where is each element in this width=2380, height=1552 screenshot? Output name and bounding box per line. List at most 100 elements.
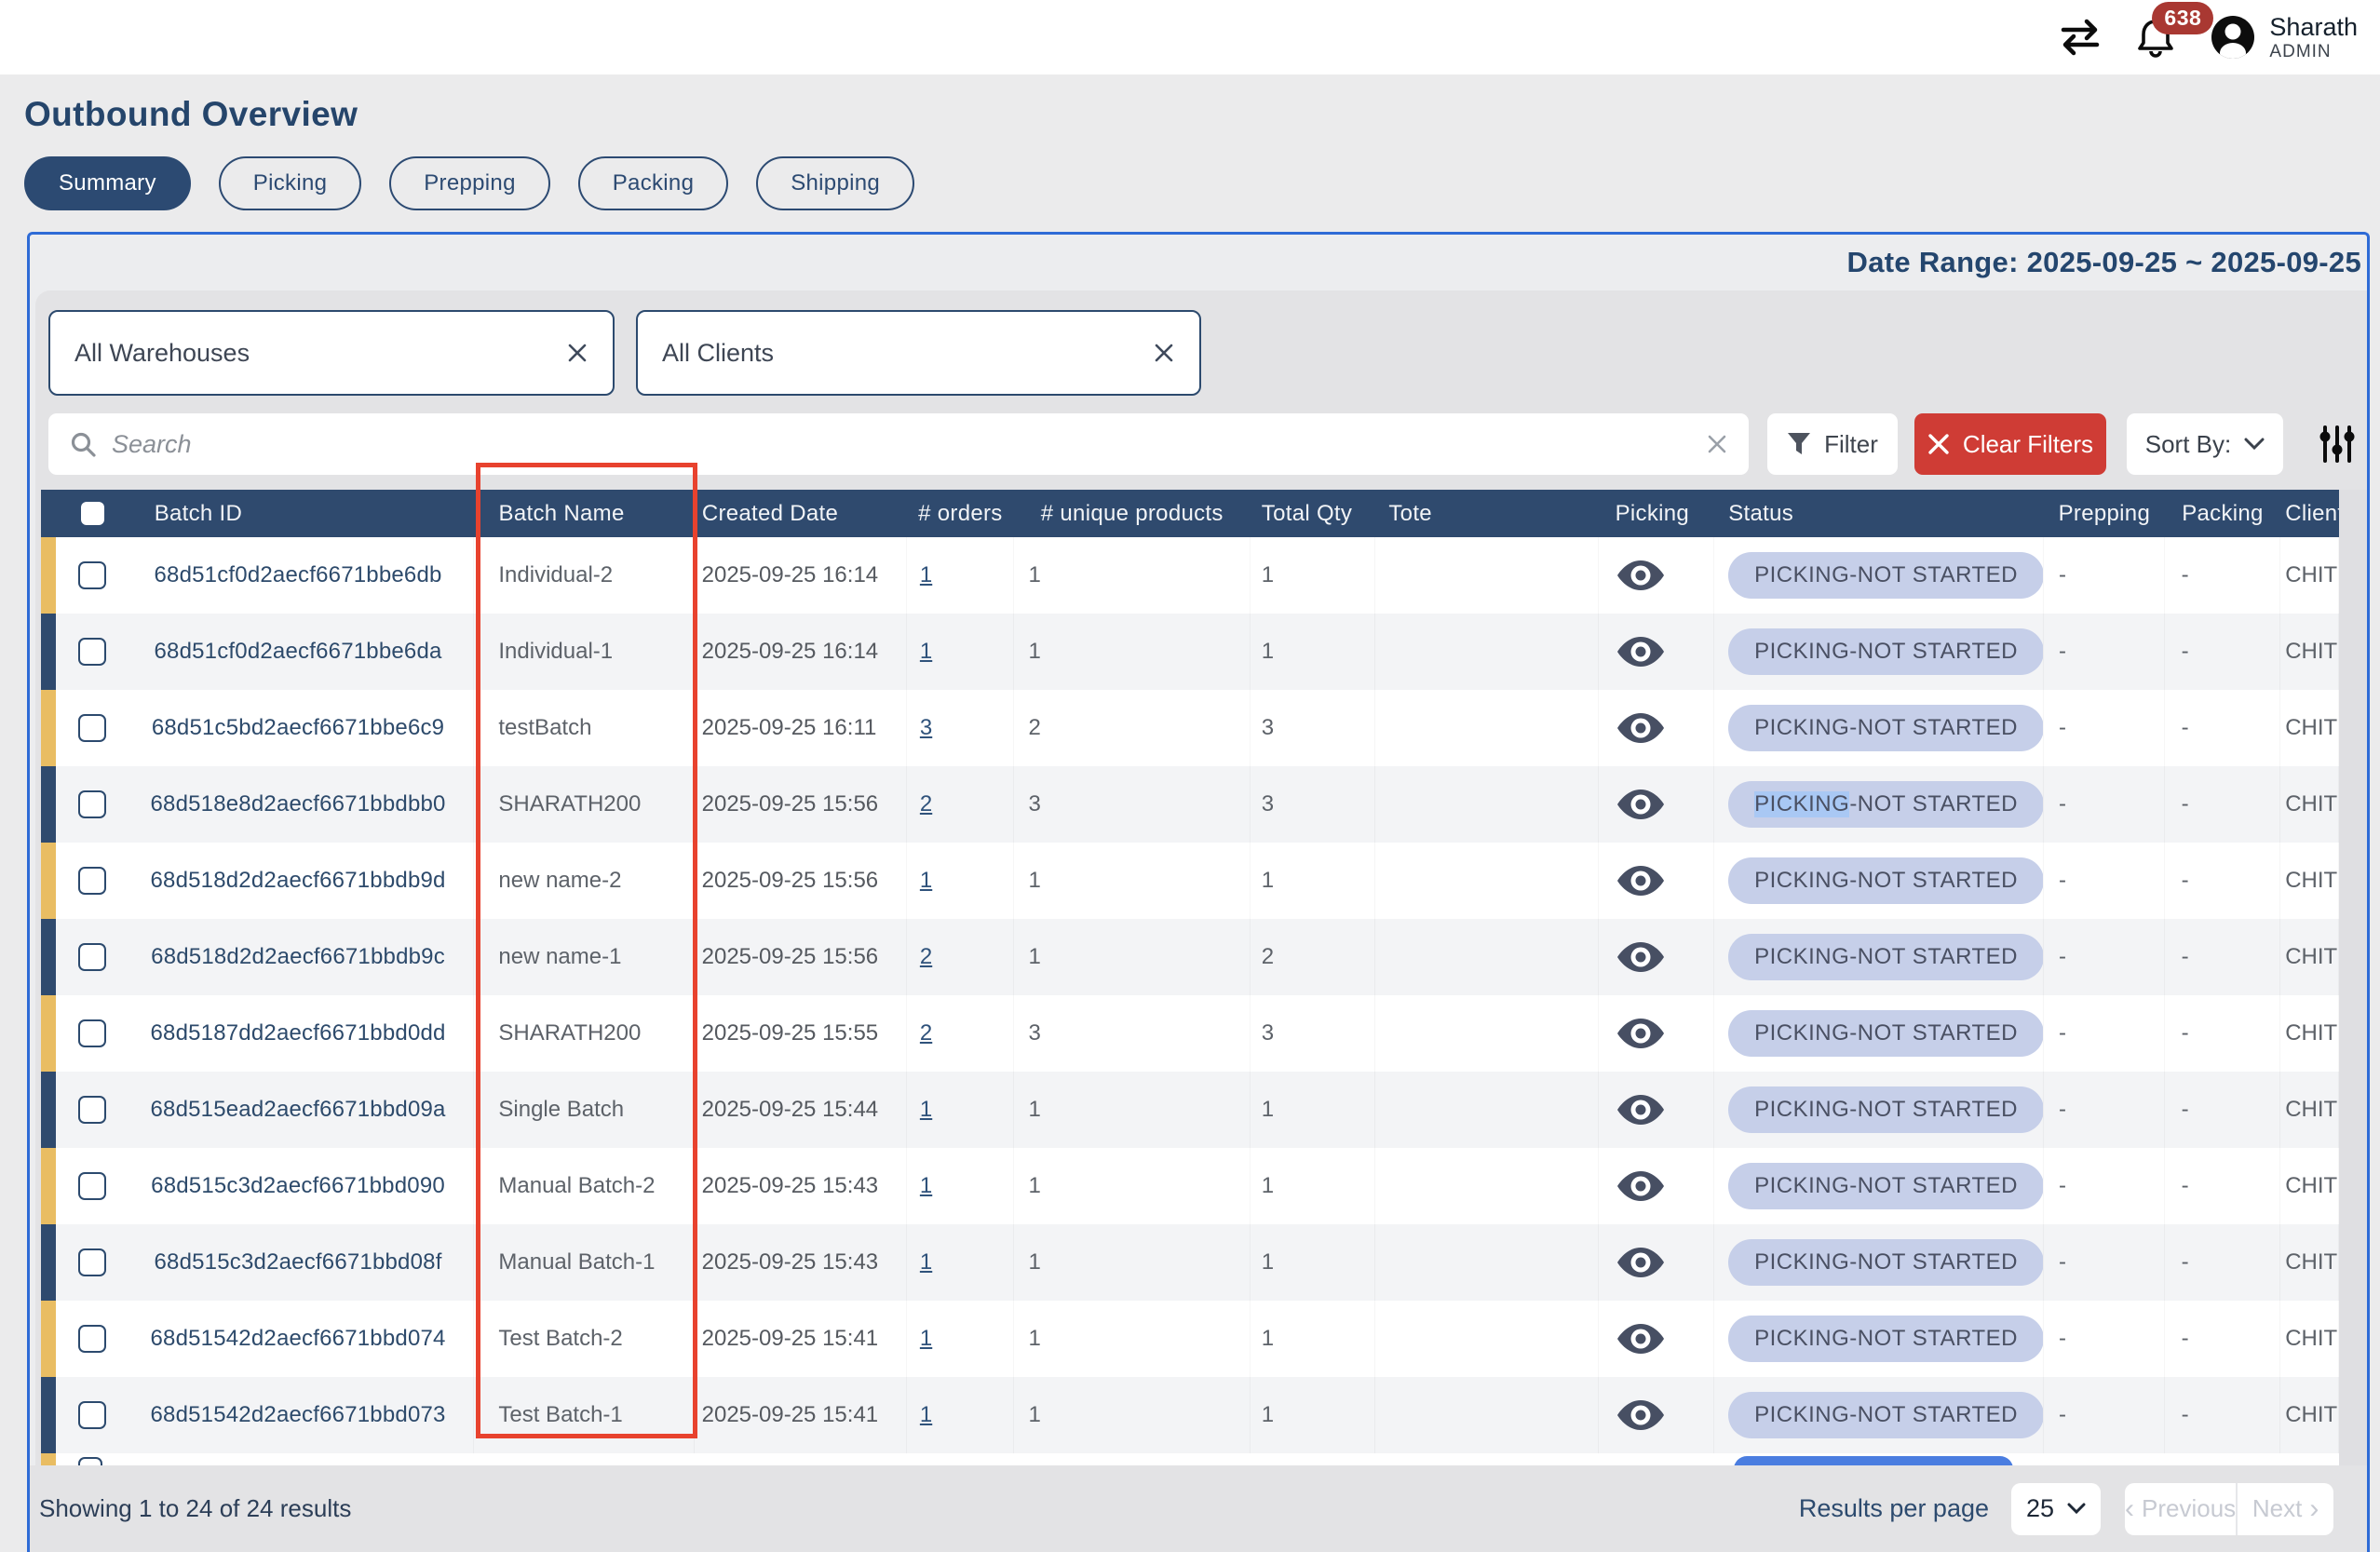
- orders-count-link[interactable]: 1: [920, 868, 932, 894]
- batch-id-value: 68d518d2d2aecf6671bbdb9d: [150, 868, 445, 894]
- table-header-row: Batch ID Batch Name Created Date # order…: [41, 490, 2339, 537]
- unique-products-value: 1: [1014, 1072, 1251, 1148]
- next-page-button[interactable]: Next ›: [2238, 1483, 2333, 1535]
- client-value: CHIT: [2280, 537, 2339, 614]
- warehouse-select[interactable]: All Warehouses: [48, 310, 615, 396]
- filter-button[interactable]: Filter: [1767, 413, 1898, 475]
- row-checkbox[interactable]: [78, 867, 106, 895]
- col-header-created-date[interactable]: Created Date: [695, 490, 907, 537]
- row-checkbox[interactable]: [78, 1096, 106, 1124]
- row-checkbox[interactable]: [78, 714, 106, 742]
- batch-name-value: Test Batch-1: [474, 1377, 694, 1453]
- view-picking-eye-icon[interactable]: [1616, 1093, 1666, 1127]
- funnel-icon: [1787, 432, 1811, 456]
- prepping-value: -: [2044, 843, 2165, 919]
- view-picking-eye-icon[interactable]: [1616, 559, 1666, 592]
- orders-count-link[interactable]: 1: [920, 562, 932, 588]
- clear-search-icon[interactable]: [1706, 433, 1728, 455]
- view-picking-eye-icon[interactable]: [1616, 1246, 1666, 1279]
- select-all-checkbox[interactable]: [81, 502, 104, 525]
- transfer-arrows-icon[interactable]: [2059, 19, 2102, 56]
- view-picking-eye-icon[interactable]: [1616, 940, 1666, 974]
- orders-count-link[interactable]: 2: [920, 1020, 932, 1046]
- table-row[interactable]: 68d515ead2aecf6671bbd09a Single Batch 20…: [41, 1072, 2339, 1148]
- table-row[interactable]: 68d515c3d2aecf6671bbd090 Manual Batch-2 …: [41, 1148, 2339, 1224]
- orders-count-link[interactable]: 3: [920, 715, 932, 741]
- orders-count-link[interactable]: 1: [920, 1173, 932, 1199]
- view-picking-eye-icon[interactable]: [1616, 1322, 1666, 1356]
- orders-count-link[interactable]: 1: [920, 1249, 932, 1275]
- col-header-picking[interactable]: Picking: [1599, 490, 1715, 537]
- orders-count-link[interactable]: 2: [920, 791, 932, 817]
- col-header-client[interactable]: Client: [2280, 490, 2339, 537]
- packing-value: -: [2165, 919, 2281, 995]
- table-row[interactable]: 68d515c3d2aecf6671bbd08f Manual Batch-1 …: [41, 1224, 2339, 1301]
- orders-count-link[interactable]: 1: [920, 1097, 932, 1123]
- row-checkbox[interactable]: [78, 1019, 106, 1047]
- col-header-unique-products[interactable]: # unique products: [1014, 490, 1251, 537]
- col-header-tote[interactable]: Tote: [1375, 490, 1598, 537]
- view-picking-eye-icon[interactable]: [1616, 1169, 1666, 1203]
- col-header-batch-id[interactable]: Batch ID: [123, 490, 475, 537]
- col-header-orders[interactable]: # orders: [907, 490, 1014, 537]
- table-row[interactable]: 68d51cf0d2aecf6671bbe6da Individual-1 20…: [41, 614, 2339, 690]
- view-picking-eye-icon[interactable]: [1616, 635, 1666, 668]
- sort-by-dropdown[interactable]: Sort By:: [2127, 413, 2283, 475]
- main-panel: Date Range: 2025-09-25 ~ 2025-09-25 All …: [27, 232, 2370, 1552]
- table-row[interactable]: 68d518e8d2aecf6671bbdbb0 SHARATH200 2025…: [41, 766, 2339, 843]
- client-value: CHIT: [2280, 614, 2339, 690]
- search-input[interactable]: Search: [48, 413, 1749, 475]
- total-qty-value: 1: [1251, 1072, 1376, 1148]
- table-row[interactable]: 68d51542d2aecf6671bbd074 Test Batch-2 20…: [41, 1301, 2339, 1377]
- row-checkbox[interactable]: [78, 638, 106, 666]
- view-picking-eye-icon[interactable]: [1616, 864, 1666, 897]
- prepping-value: -: [2044, 1377, 2165, 1453]
- orders-count-link[interactable]: 1: [920, 1402, 932, 1428]
- row-checkbox[interactable]: [78, 561, 106, 589]
- orders-count-link[interactable]: 1: [920, 1326, 932, 1352]
- clear-filters-button[interactable]: Clear Filters: [1914, 413, 2106, 475]
- row-accent-bar: [41, 1301, 56, 1377]
- col-header-batch-name[interactable]: Batch Name: [475, 490, 695, 537]
- row-checkbox[interactable]: [78, 1401, 106, 1429]
- table-scrollbar-track[interactable]: [2339, 490, 2367, 1465]
- orders-count-link[interactable]: 1: [920, 639, 932, 665]
- tab-shipping[interactable]: Shipping: [756, 156, 914, 210]
- row-checkbox[interactable]: [78, 1325, 106, 1353]
- clear-client-icon[interactable]: [1153, 342, 1175, 364]
- previous-page-button[interactable]: ‹ Previous: [2125, 1483, 2236, 1535]
- view-picking-eye-icon[interactable]: [1616, 788, 1666, 821]
- user-menu[interactable]: Sharath ADMIN: [2210, 13, 2358, 62]
- previous-label: Previous: [2142, 1494, 2236, 1523]
- row-checkbox[interactable]: [78, 1172, 106, 1200]
- table-row[interactable]: 68d51c5bd2aecf6671bbe6c9 testBatch 2025-…: [41, 690, 2339, 766]
- view-picking-eye-icon[interactable]: [1616, 1398, 1666, 1432]
- row-accent-bar: [41, 537, 56, 614]
- table-row[interactable]: 68d518d2d2aecf6671bbdb9c new name-1 2025…: [41, 919, 2339, 995]
- table-row[interactable]: 68d5187dd2aecf6671bbd0dd SHARATH200 2025…: [41, 995, 2339, 1072]
- row-checkbox[interactable]: [78, 790, 106, 818]
- column-settings-button[interactable]: [2307, 413, 2367, 475]
- row-checkbox[interactable]: [78, 1248, 106, 1276]
- page-size-dropdown[interactable]: 25: [2011, 1483, 2101, 1535]
- table-row[interactable]: 68d51542d2aecf6671bbd073 Test Batch-1 20…: [41, 1377, 2339, 1453]
- table-row[interactable]: 68d51cf0d2aecf6671bbe6db Individual-2 20…: [41, 537, 2339, 614]
- view-tabs: Summary Picking Prepping Packing Shipping: [24, 156, 914, 210]
- view-picking-eye-icon[interactable]: [1616, 711, 1666, 745]
- orders-count-link[interactable]: 2: [920, 944, 932, 970]
- row-checkbox[interactable]: [78, 943, 106, 971]
- table-row[interactable]: 68d518d2d2aecf6671bbdb9d new name-2 2025…: [41, 843, 2339, 919]
- clear-warehouse-icon[interactable]: [566, 342, 588, 364]
- tab-packing[interactable]: Packing: [578, 156, 728, 210]
- packing-value: -: [2165, 690, 2281, 766]
- tab-picking[interactable]: Picking: [219, 156, 361, 210]
- col-header-packing[interactable]: Packing: [2165, 490, 2281, 537]
- client-select[interactable]: All Clients: [636, 310, 1201, 396]
- view-picking-eye-icon[interactable]: [1616, 1017, 1666, 1050]
- col-header-status[interactable]: Status: [1714, 490, 2044, 537]
- col-header-total-qty[interactable]: Total Qty: [1251, 490, 1376, 537]
- tab-summary[interactable]: Summary: [24, 156, 191, 210]
- notifications-bell-icon[interactable]: 638: [2137, 17, 2174, 58]
- col-header-prepping[interactable]: Prepping: [2044, 490, 2165, 537]
- tab-prepping[interactable]: Prepping: [389, 156, 549, 210]
